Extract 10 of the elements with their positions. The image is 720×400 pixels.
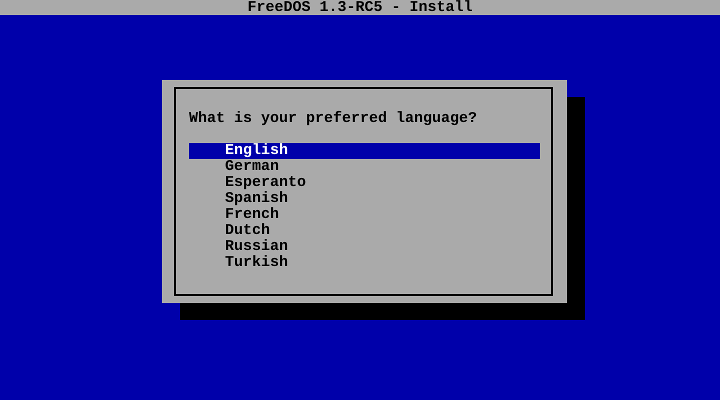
language-option[interactable]: German [189,159,540,175]
window-title: FreeDOS 1.3-RC5 - Install [247,0,473,15]
question-text: What is your preferred language? [189,111,478,127]
language-option[interactable]: Spanish [189,191,540,207]
language-option[interactable]: Dutch [189,223,540,239]
language-option[interactable]: Russian [189,239,540,255]
language-option[interactable]: English [189,143,540,159]
language-option[interactable]: French [189,207,540,223]
language-option[interactable]: Turkish [189,255,540,271]
language-option[interactable]: Esperanto [189,175,540,191]
